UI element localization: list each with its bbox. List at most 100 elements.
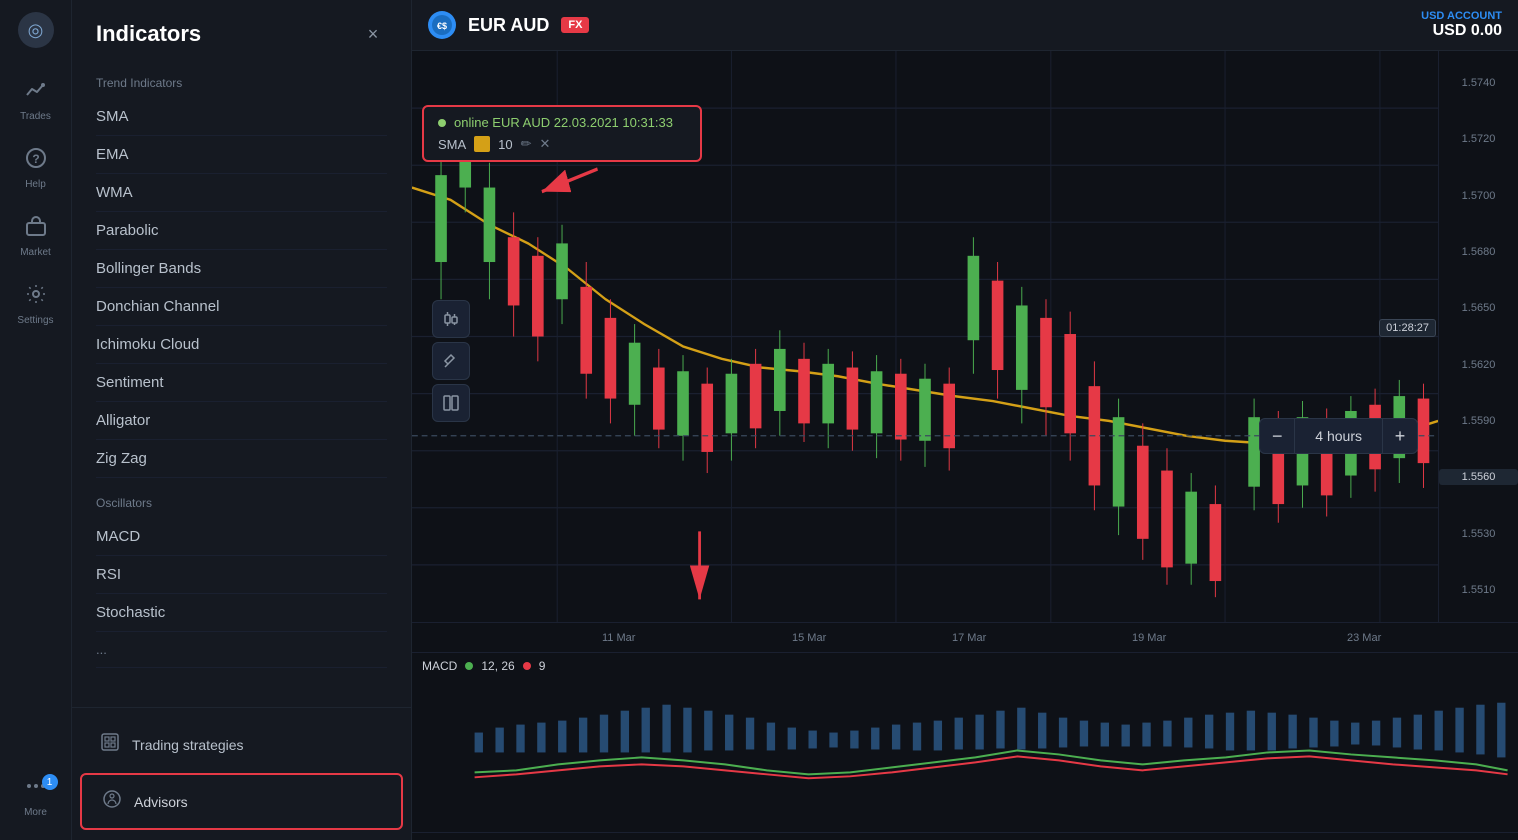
macd-text: MACD — [422, 659, 457, 673]
account-label: USD ACCOUNT — [1421, 10, 1502, 22]
trading-strategies-button[interactable]: Trading strategies — [80, 718, 403, 771]
chart-scrollbar[interactable] — [412, 832, 1518, 840]
price-1.5510: 1.5510 — [1439, 582, 1518, 598]
nav-help-label: Help — [25, 179, 46, 190]
indicator-bollinger[interactable]: Bollinger Bands — [96, 250, 387, 288]
chart-header: €$ EUR AUD FX USD ACCOUNT USD 0.00 — [412, 0, 1518, 51]
sma-value: 10 — [498, 137, 512, 152]
symbol-name: EUR AUD — [468, 15, 549, 36]
sma-edit-icon[interactable]: ✏ — [521, 136, 532, 152]
sma-status-row: online EUR AUD 22.03.2021 10:31:33 — [438, 115, 686, 130]
date-23mar: 23 Mar — [1347, 632, 1381, 644]
time-decrease-button[interactable]: − — [1259, 418, 1295, 454]
nav-settings[interactable]: Settings — [4, 272, 68, 336]
nav-more[interactable]: 1 More — [4, 764, 68, 828]
indicator-wma[interactable]: WMA — [96, 174, 387, 212]
macd-label-row: MACD 12, 26 9 — [422, 659, 545, 673]
trend-section-title: Trend Indicators — [96, 76, 387, 90]
main-chart-area: €$ EUR AUD FX USD ACCOUNT USD 0.00 onlin… — [412, 0, 1518, 840]
indicator-donchian[interactable]: Donchian Channel — [96, 288, 387, 326]
price-current: 1.5560 — [1439, 469, 1518, 485]
advisors-label: Advisors — [134, 794, 188, 810]
sma-controls-row: SMA 10 ✏ ✕ — [438, 136, 686, 152]
oscillators-section-title: Oscillators — [96, 496, 387, 510]
advisors-icon — [102, 789, 122, 814]
draw-tool[interactable] — [432, 342, 470, 380]
macd-panel: MACD 12, 26 9 — [412, 652, 1518, 832]
sma-status-text: online EUR AUD 22.03.2021 10:31:33 — [454, 115, 673, 130]
sma-color-box — [474, 136, 490, 152]
indicators-header: Indicators × — [72, 0, 411, 64]
price-1.5680: 1.5680 — [1439, 244, 1518, 260]
svg-text:€$: €$ — [437, 21, 447, 31]
date-axis: 11 Mar 15 Mar 17 Mar 19 Mar 23 Mar — [412, 622, 1518, 652]
symbol-icon: €$ — [428, 11, 456, 39]
account-info: USD ACCOUNT USD 0.00 — [1421, 10, 1502, 40]
price-1.5530: 1.5530 — [1439, 526, 1518, 542]
indicator-parabolic[interactable]: Parabolic — [96, 212, 387, 250]
help-icon: ? — [25, 147, 47, 175]
nav-more-label: More — [24, 807, 47, 818]
date-19mar: 19 Mar — [1132, 632, 1166, 644]
app-logo[interactable]: ◎ — [18, 12, 54, 48]
date-17mar: 17 Mar — [952, 632, 986, 644]
price-1.5720: 1.5720 — [1439, 131, 1518, 147]
indicator-rsi[interactable]: RSI — [96, 556, 387, 594]
account-value: USD 0.00 — [1421, 22, 1502, 40]
indicator-zigzag[interactable]: Zig Zag — [96, 440, 387, 478]
left-nav: ◎ Trades ? Help Market — [0, 0, 72, 840]
market-icon — [25, 215, 47, 243]
time-controls: − 4 hours + — [1259, 418, 1418, 454]
timeframe-label: 4 hours — [1295, 418, 1382, 454]
macd-legend-1226: 12, 26 — [481, 659, 514, 673]
time-increase-button[interactable]: + — [1382, 418, 1418, 454]
nav-market-label: Market — [20, 247, 51, 258]
price-1.5740: 1.5740 — [1439, 75, 1518, 91]
sma-info-box: online EUR AUD 22.03.2021 10:31:33 SMA 1… — [422, 105, 702, 162]
date-15mar: 15 Mar — [792, 632, 826, 644]
trading-strategies-icon — [100, 732, 120, 757]
split-tool[interactable] — [432, 384, 470, 422]
time-indicator: 01:28:27 — [1379, 319, 1436, 337]
macd-dot-red — [523, 662, 531, 670]
nav-trades[interactable]: Trades — [4, 68, 68, 132]
indicator-sma[interactable]: SMA — [96, 98, 387, 136]
bottom-buttons: Trading strategies Advisors — [72, 707, 411, 840]
chart-body: online EUR AUD 22.03.2021 10:31:33 SMA 1… — [412, 51, 1518, 622]
nav-trades-label: Trades — [20, 111, 51, 122]
price-1.5620: 1.5620 — [1439, 357, 1518, 373]
indicator-sentiment[interactable]: Sentiment — [96, 364, 387, 402]
macd-legend-9: 9 — [539, 659, 546, 673]
price-axis: 1.5740 1.5720 1.5700 1.5680 1.5650 1.562… — [1438, 51, 1518, 622]
trading-strategies-label: Trading strategies — [132, 737, 244, 753]
nav-market[interactable]: Market — [4, 204, 68, 268]
svg-text:?: ? — [32, 152, 39, 166]
date-11mar: 11 Mar — [602, 632, 635, 644]
indicator-macd[interactable]: MACD — [96, 518, 387, 556]
sma-label: SMA — [438, 137, 466, 152]
indicators-title: Indicators — [96, 21, 201, 47]
chart-tools — [432, 300, 470, 422]
nav-help[interactable]: ? Help — [4, 136, 68, 200]
price-1.5650: 1.5650 — [1439, 300, 1518, 316]
advisors-button[interactable]: Advisors — [80, 773, 403, 830]
indicator-ema[interactable]: EMA — [96, 136, 387, 174]
sma-close-icon[interactable]: ✕ — [540, 136, 551, 152]
nav-settings-label: Settings — [17, 315, 53, 326]
fx-badge: FX — [561, 17, 589, 33]
indicators-panel: Indicators × Trend Indicators SMA EMA WM… — [72, 0, 412, 840]
price-1.5700: 1.5700 — [1439, 188, 1518, 204]
indicator-alligator[interactable]: Alligator — [96, 402, 387, 440]
indicator-ichimoku[interactable]: Ichimoku Cloud — [96, 326, 387, 364]
price-1.5590: 1.5590 — [1439, 413, 1518, 429]
candlestick-tool[interactable] — [432, 300, 470, 338]
more-badge: 1 — [42, 774, 58, 790]
indicators-close-button[interactable]: × — [359, 20, 387, 48]
trades-icon — [25, 79, 47, 107]
status-dot — [438, 119, 446, 127]
indicator-more-oscillators[interactable]: ... — [96, 632, 387, 668]
macd-dot-green — [465, 662, 473, 670]
settings-icon — [25, 283, 47, 311]
indicator-stochastic[interactable]: Stochastic — [96, 594, 387, 632]
indicators-list: Trend Indicators SMA EMA WMA Parabolic B… — [72, 64, 411, 707]
